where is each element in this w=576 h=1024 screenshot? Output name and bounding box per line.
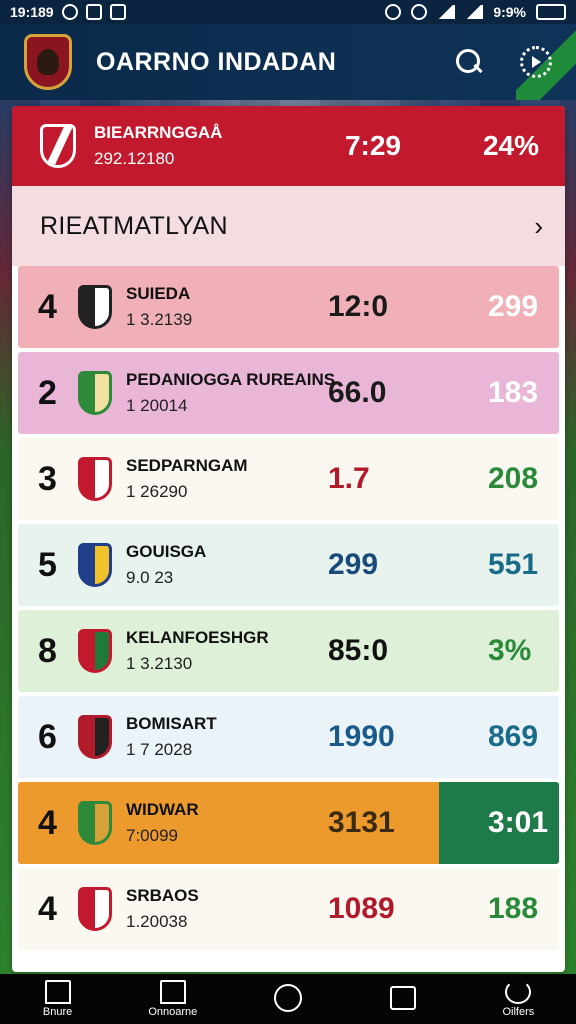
row-rank: 4 [38, 803, 57, 842]
team-sub: 9.0 23 [126, 568, 174, 587]
download-icon [109, 4, 126, 20]
team-name: KELANFOESHGR [126, 628, 269, 647]
team-crest-icon [78, 715, 112, 759]
table-row[interactable]: 6 BOMISART 1 7 2028 1990 869 [18, 696, 559, 778]
row-value-1: 85:0 [328, 634, 389, 667]
row-rank: 4 [38, 889, 57, 928]
search-icon[interactable] [454, 47, 484, 77]
row-rank: 2 [38, 373, 57, 412]
featured-value-1: 7:29 [344, 130, 401, 161]
team-name: WIDWAR [126, 800, 199, 819]
wifi-icon [437, 5, 456, 19]
row-value-2: 208 [488, 462, 539, 495]
bottom-navigation: Bnure Onnoarne Oilfers [0, 974, 576, 1024]
row-value-2: 3% [488, 634, 532, 667]
team-sub: 7:0099 [126, 826, 178, 845]
team-crest-icon [78, 887, 112, 931]
row-rank: 8 [38, 631, 57, 670]
team-crest-icon [78, 543, 112, 587]
row-rank: 3 [38, 459, 57, 498]
app-title: OARRNO INDADAN [96, 47, 337, 76]
section-header[interactable]: RIEATMATLYAN › [12, 186, 565, 266]
row-value-2: 869 [488, 720, 539, 753]
bluetooth-icon [385, 4, 402, 20]
row-value-2: 299 [488, 290, 539, 323]
refresh-icon [505, 980, 532, 1004]
status-time: 19:189 [10, 4, 54, 20]
square-icon [390, 986, 417, 1010]
row-value-1: 3131 [328, 806, 395, 839]
row-value-1: 299 [328, 548, 379, 581]
nav-label: Oilfers [502, 1006, 535, 1018]
battery-percent: 9:9% [493, 4, 526, 20]
row-rank: 5 [38, 545, 57, 584]
app-bar: OARRNO INDADAN [0, 24, 576, 100]
team-crest-icon [78, 457, 112, 501]
table-row[interactable]: 5 GOUISGA 9.0 23 299 551 [18, 524, 559, 606]
team-name: BOMISART [126, 714, 217, 733]
team-crest-icon [78, 629, 112, 673]
nav-item-4[interactable]: Oilfers [468, 980, 568, 1018]
standings-card: BIEARRNGGAÅ 292.12180 7:29 24% RIEATMATL… [12, 106, 565, 972]
chevron-right-icon[interactable]: › [534, 211, 543, 242]
settings-icon[interactable] [520, 46, 552, 78]
signal-icon [465, 5, 484, 19]
team-sub: 1 3.2130 [126, 654, 193, 673]
nav-label: Bnure [42, 1006, 73, 1018]
standings-list: 4 SUIEDA 1 3.2139 12:0 299 2 PEDANIOGGA … [12, 266, 565, 950]
nav-item-3[interactable] [353, 986, 453, 1012]
table-row[interactable]: 4 SUIEDA 1 3.2139 12:0 299 [18, 266, 559, 348]
notification-icon [61, 4, 78, 20]
featured-team-row[interactable]: BIEARRNGGAÅ 292.12180 7:29 24% [12, 106, 565, 186]
row-value-2: 183 [488, 376, 539, 409]
table-row[interactable]: 4 SRBAOS 1.20038 1089 188 [18, 868, 559, 950]
stadium-icon [159, 980, 186, 1004]
table-row[interactable]: 2 PEDANIOGGA RUREAINS 1 20014 66.0 183 [18, 352, 559, 434]
row-value-2: 551 [488, 548, 539, 581]
row-rank: 6 [38, 717, 57, 756]
nav-item-2[interactable] [238, 984, 338, 1014]
team-sub: 1.20038 [126, 912, 188, 931]
featured-team-name: BIEARRNGGAÅ [94, 123, 223, 142]
table-row[interactable]: 3 SEDPARNGAM 1 26290 1.7 208 [18, 438, 559, 520]
row-value-2: 3:01 [488, 806, 549, 839]
team-name: SUIEDA [126, 284, 191, 303]
circle-icon [273, 984, 302, 1012]
app-notification-icon [85, 4, 102, 20]
nav-item-1[interactable]: Onnoarne [123, 980, 223, 1018]
row-value-1: 12:0 [328, 290, 389, 323]
team-crest-icon [78, 801, 112, 845]
team-crest-icon [78, 371, 112, 415]
featured-crest-icon [40, 124, 76, 168]
team-sub: 1 20014 [126, 396, 188, 415]
featured-team-sub: 292.12180 [94, 149, 175, 168]
table-row[interactable]: 4 WIDWAR 7:0099 3131 3:01 [18, 782, 559, 864]
team-name: SEDPARNGAM [126, 456, 248, 475]
battery-icon [536, 4, 566, 20]
row-value-1: 1990 [328, 720, 395, 753]
row-value-1: 1089 [328, 892, 395, 925]
status-bar: 19:189 9:9% [0, 0, 576, 24]
home-icon [44, 980, 71, 1004]
table-row[interactable]: 8 KELANFOESHGR 1 3.2130 85:0 3% [18, 610, 559, 692]
row-rank: 4 [38, 287, 57, 326]
team-sub: 1 26290 [126, 482, 188, 501]
nav-label: Onnoarne [148, 1006, 198, 1018]
team-crest-icon [78, 285, 112, 329]
club-logo-icon[interactable] [24, 34, 72, 90]
row-value-1: 1.7 [328, 462, 370, 495]
team-name: PEDANIOGGA RUREAINS [126, 370, 336, 389]
section-title: RIEATMATLYAN [40, 211, 228, 240]
team-sub: 1 7 2028 [126, 740, 193, 759]
row-value-2: 188 [488, 892, 539, 925]
alarm-icon [411, 4, 428, 20]
team-name: GOUISGA [126, 542, 207, 561]
team-name: SRBAOS [126, 886, 199, 905]
nav-item-0[interactable]: Bnure [8, 980, 108, 1018]
team-sub: 1 3.2139 [126, 310, 193, 329]
row-value-1: 66.0 [328, 376, 387, 409]
featured-value-2: 24% [482, 130, 539, 161]
